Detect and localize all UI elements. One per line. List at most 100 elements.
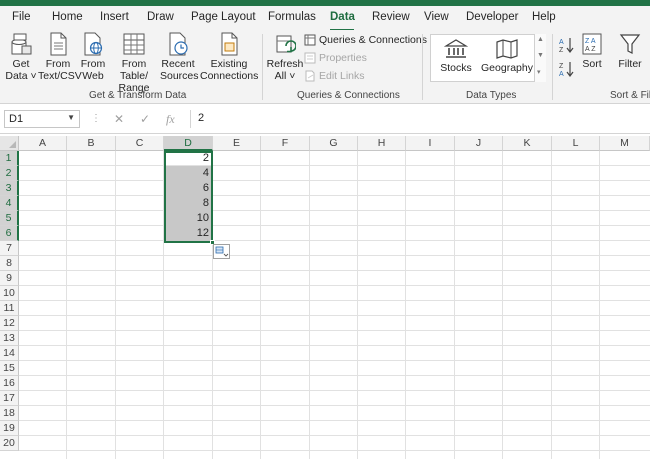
gridline xyxy=(115,151,116,459)
row-header-9[interactable]: 9 xyxy=(0,271,19,286)
tab-help[interactable]: Help xyxy=(532,11,556,23)
column-header-j[interactable]: J xyxy=(455,136,503,151)
filter-button[interactable]: Filter xyxy=(614,32,646,70)
column-header-l[interactable]: L xyxy=(552,136,600,151)
tab-review[interactable]: Review xyxy=(372,11,410,23)
geography-button[interactable]: Geography xyxy=(480,38,534,74)
row-header-19[interactable]: 19 xyxy=(0,421,19,436)
tab-view[interactable]: View xyxy=(424,11,449,23)
from-text-csv-button[interactable]: From Text/CSV xyxy=(38,32,82,82)
cell-d1[interactable]: 2 xyxy=(165,151,212,166)
cell-d2[interactable]: 4 xyxy=(165,166,212,181)
row-header-6[interactable]: 6 xyxy=(0,226,19,241)
edit-links-button[interactable]: Edit Links xyxy=(304,70,365,82)
chevron-down-icon[interactable]: ▼ xyxy=(67,113,75,122)
get-data-label-2: Data ˅ xyxy=(5,70,37,82)
get-data-button[interactable]: Get Data ˅ xyxy=(4,32,38,82)
row-header-3[interactable]: 3 xyxy=(0,181,19,196)
tab-file[interactable]: File xyxy=(12,11,31,23)
cell-d4[interactable]: 8 xyxy=(165,196,212,211)
row-header-11[interactable]: 11 xyxy=(0,301,19,316)
row-header-14[interactable]: 14 xyxy=(0,346,19,361)
row-header-17[interactable]: 17 xyxy=(0,391,19,406)
table-icon xyxy=(123,33,145,55)
row-header-16[interactable]: 16 xyxy=(0,376,19,391)
formula-input[interactable]: 2 xyxy=(198,112,204,124)
row-header-2[interactable]: 2 xyxy=(0,166,19,181)
svg-text:Z A: Z A xyxy=(585,38,596,45)
gallery-down-icon[interactable]: ▼ xyxy=(537,52,544,59)
sort-descending-button[interactable]: Z A xyxy=(558,60,574,81)
row-header-12[interactable]: 12 xyxy=(0,316,19,331)
funnel-icon xyxy=(619,34,641,54)
tab-data[interactable]: Data xyxy=(330,11,355,23)
recent-sources-button[interactable]: Recent Sources xyxy=(160,32,199,82)
gridline xyxy=(19,375,650,376)
sort-ascending-button[interactable]: A Z xyxy=(558,36,574,57)
sort-button[interactable]: Z A A Z Sort xyxy=(578,32,606,70)
sort-az-icon: A Z xyxy=(559,38,574,54)
cell-d3[interactable]: 6 xyxy=(165,181,212,196)
tab-formulas[interactable]: Formulas xyxy=(268,11,316,23)
row-header-1[interactable]: 1 xyxy=(0,151,19,166)
svg-text:A Z: A Z xyxy=(585,46,596,53)
column-header-c[interactable]: C xyxy=(116,136,164,151)
cancel-icon[interactable]: ✕ xyxy=(114,112,124,126)
column-header-b[interactable]: B xyxy=(67,136,116,151)
existing-connections-button[interactable]: Existing Connections xyxy=(200,32,258,82)
row-header-10[interactable]: 10 xyxy=(0,286,19,301)
row-header-20[interactable]: 20 xyxy=(0,436,19,451)
tab-draw[interactable]: Draw xyxy=(147,11,174,23)
from-table-range-button[interactable]: From Table/ Range xyxy=(108,32,160,94)
quick-analysis-button[interactable] xyxy=(213,244,230,259)
insert-function-icon[interactable]: fx xyxy=(166,112,175,127)
gallery-more-icon[interactable]: ▾ xyxy=(537,68,541,76)
gallery-scroll[interactable]: ▲ ▼ ▾ xyxy=(534,34,546,82)
row-header-4[interactable]: 4 xyxy=(0,196,19,211)
recent-sources-icon xyxy=(169,32,188,56)
tab-developer[interactable]: Developer xyxy=(466,11,518,23)
cell-d5[interactable]: 10 xyxy=(165,211,212,226)
from-web-label-1: From xyxy=(80,58,106,70)
column-header-a[interactable]: A xyxy=(19,136,67,151)
stocks-button[interactable]: Stocks xyxy=(436,38,476,74)
row-header-15[interactable]: 15 xyxy=(0,361,19,376)
from-text-csv-label-1: From xyxy=(45,58,71,70)
row-header-13[interactable]: 13 xyxy=(0,331,19,346)
row-header-18[interactable]: 18 xyxy=(0,406,19,421)
properties-button[interactable]: Properties xyxy=(304,52,367,64)
sort-label: Sort xyxy=(582,58,602,70)
column-header-d[interactable]: D xyxy=(164,136,213,151)
select-all-button[interactable] xyxy=(0,136,19,151)
gridline xyxy=(19,225,650,226)
name-box[interactable]: D1 ▼ xyxy=(4,110,80,128)
gridline xyxy=(212,151,213,459)
tab-insert[interactable]: Insert xyxy=(100,11,129,23)
more-options-icon: ⋮ xyxy=(91,113,101,124)
recent-sources-label-1: Recent xyxy=(161,58,195,70)
column-header-m[interactable]: M xyxy=(600,136,650,151)
database-icon xyxy=(11,33,32,55)
row-header-7[interactable]: 7 xyxy=(0,241,19,256)
gridline xyxy=(454,151,455,459)
stocks-label: Stocks xyxy=(440,62,472,74)
enter-icon[interactable]: ✓ xyxy=(140,112,150,126)
cell-d6[interactable]: 12 xyxy=(165,226,212,241)
column-header-i[interactable]: I xyxy=(406,136,455,151)
group-separator xyxy=(552,34,553,100)
column-header-g[interactable]: G xyxy=(310,136,358,151)
column-header-f[interactable]: F xyxy=(261,136,310,151)
group-separator xyxy=(422,34,423,100)
column-header-e[interactable]: E xyxy=(213,136,261,151)
column-header-k[interactable]: K xyxy=(503,136,552,151)
row-header-8[interactable]: 8 xyxy=(0,256,19,271)
row-header-5[interactable]: 5 xyxy=(0,211,19,226)
from-web-button[interactable]: From Web xyxy=(78,32,108,82)
queries-connections-button[interactable]: Queries & Connections xyxy=(304,34,427,46)
tab-home[interactable]: Home xyxy=(52,11,83,23)
tab-page-layout[interactable]: Page Layout xyxy=(191,11,256,23)
gallery-up-icon[interactable]: ▲ xyxy=(537,36,544,43)
column-header-h[interactable]: H xyxy=(358,136,406,151)
refresh-all-button[interactable]: Refresh All ˅ xyxy=(266,32,304,82)
from-web-label-2: Web xyxy=(82,70,104,82)
